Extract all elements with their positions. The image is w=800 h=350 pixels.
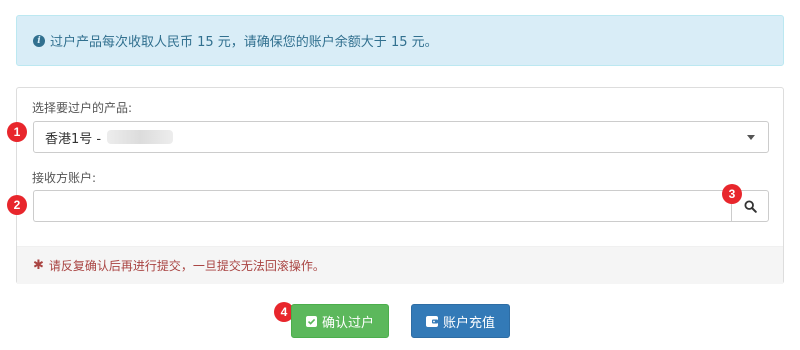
product-select-value: 香港1号 - xyxy=(45,131,102,147)
check-square-icon xyxy=(305,315,317,327)
asterisk-icon: ✱ xyxy=(33,258,44,273)
info-alert: i 过户产品每次收取人民币 15 元，请确保您的账户余额大于 15 元。 xyxy=(16,15,784,66)
account-input-label: 接收方账户: xyxy=(32,171,97,185)
step-badge-3: 3 xyxy=(722,184,742,204)
info-alert-text: 过户产品每次收取人民币 15 元，请确保您的账户余额大于 15 元。 xyxy=(50,35,438,50)
recipient-account-input[interactable] xyxy=(33,190,731,222)
recharge-account-label: 账户充值 xyxy=(442,315,495,331)
confirm-transfer-button[interactable]: 确认过户 xyxy=(291,304,389,338)
transfer-form-panel: 选择要过户的产品: 香港1号 - 接收方账户: ✱ 请反复确认后再进行提交，一旦… xyxy=(16,87,784,284)
search-icon xyxy=(743,199,757,213)
product-select-label: 选择要过户的产品: xyxy=(32,101,133,115)
confirm-transfer-label: 确认过户 xyxy=(321,315,374,331)
wallet-icon xyxy=(425,315,438,327)
product-select[interactable]: 香港1号 - xyxy=(33,121,769,153)
recharge-account-button[interactable]: 账户充值 xyxy=(411,304,510,338)
warning-footer: ✱ 请反复确认后再进行提交，一旦提交无法回滚操作。 xyxy=(17,246,783,284)
caret-down-icon xyxy=(747,135,755,140)
info-circle-icon: i xyxy=(33,34,45,47)
step-badge-1: 1 xyxy=(7,122,27,142)
redacted-product-name xyxy=(107,130,174,144)
warning-text: 请反复确认后再进行提交，一旦提交无法回滚操作。 xyxy=(48,259,325,273)
step-badge-2: 2 xyxy=(7,195,27,215)
account-input-group xyxy=(33,190,769,222)
